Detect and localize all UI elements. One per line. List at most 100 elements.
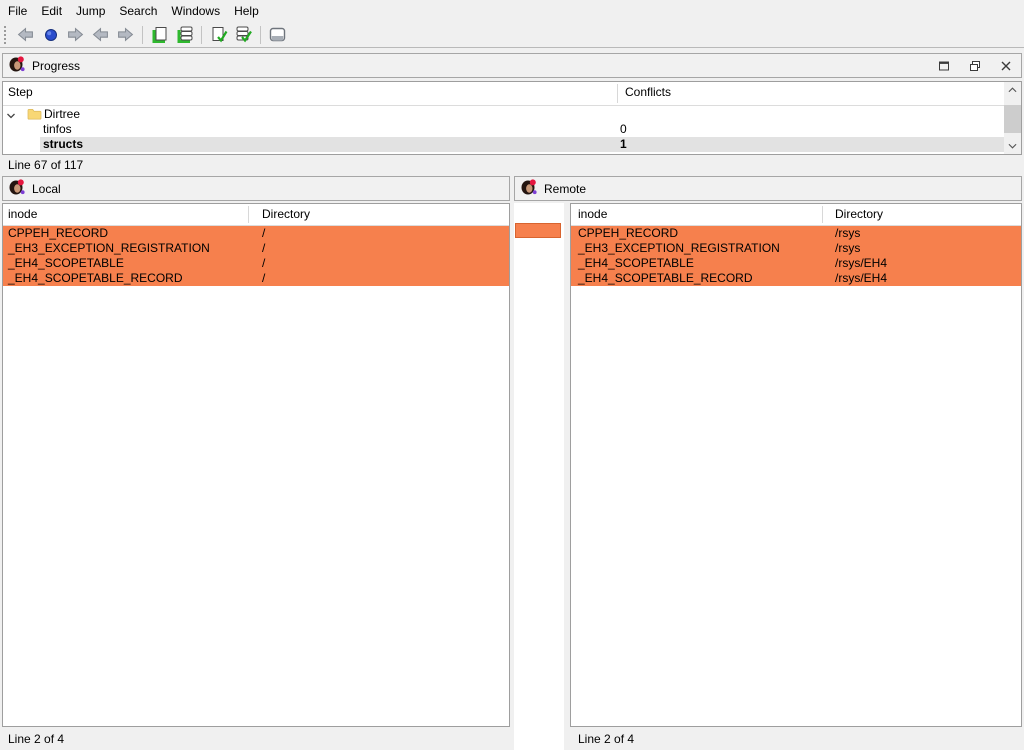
local-panel-title: Local (32, 182, 61, 196)
blue-dot-icon (43, 27, 59, 43)
menu-help[interactable]: Help (227, 1, 266, 21)
table-row[interactable]: _EH4_SCOPETABLE_RECORD /rsys/EH4 (571, 271, 1021, 286)
apply-file-button[interactable] (206, 23, 231, 46)
import-list-button[interactable] (172, 23, 197, 46)
inode-cell: CPPEH_RECORD (8, 226, 108, 241)
column-divider[interactable] (617, 84, 618, 103)
prev-diff-button[interactable] (88, 23, 113, 46)
back-arrow-icon (17, 26, 34, 43)
float-window-button[interactable] (937, 59, 951, 73)
window-icon (268, 26, 287, 44)
menu-jump[interactable]: Jump (69, 1, 112, 21)
menu-bar: File Edit Jump Search Windows Help (0, 0, 1024, 22)
table-row[interactable]: _EH4_SCOPETABLE_RECORD / (3, 271, 509, 286)
tree-row-tinfos[interactable]: tinfos 0 (3, 122, 1004, 137)
next-diff-button[interactable] (113, 23, 138, 46)
table-row[interactable]: CPPEH_RECORD / (3, 226, 509, 241)
restore-window-button[interactable] (968, 59, 982, 73)
scroll-up-icon[interactable] (1004, 82, 1021, 98)
remote-panel-title: Remote (544, 182, 586, 196)
directory-cell: /rsys/EH4 (835, 271, 887, 286)
local-status-bar: Line 2 of 4 (0, 729, 510, 750)
tree-item-label: structs (43, 137, 83, 152)
nav-current-button[interactable] (38, 23, 63, 46)
progress-panel-title: Progress (32, 59, 80, 73)
local-table: inode Directory CPPEH_RECORD / _EH3_EXCE… (2, 203, 510, 727)
local-title-bar[interactable]: Local (2, 176, 510, 201)
inode-cell: _EH3_EXCEPTION_REGISTRATION (8, 241, 210, 256)
table-row[interactable]: CPPEH_RECORD /rsys (571, 226, 1021, 241)
inode-cell: _EH4_SCOPETABLE_RECORD (8, 271, 183, 286)
diff-map-strip[interactable] (514, 203, 564, 750)
tree-row-structs[interactable]: structs 1 (40, 137, 1004, 152)
directory-cell: / (262, 241, 265, 256)
tree-row-dirtree[interactable]: Dirtree (3, 107, 1004, 122)
diff-map-block[interactable] (515, 223, 561, 238)
column-header-directory[interactable]: Directory (262, 204, 310, 225)
inode-cell: _EH4_SCOPETABLE_RECORD (578, 271, 753, 286)
conflicts-value: 0 (620, 122, 627, 137)
scroll-down-icon[interactable] (1004, 138, 1021, 154)
directory-cell: / (262, 226, 265, 241)
column-divider[interactable] (822, 206, 823, 223)
stack-green-icon (176, 26, 194, 44)
tree-item-label: tinfos (43, 122, 72, 137)
inode-cell: _EH3_EXCEPTION_REGISTRATION (578, 241, 780, 256)
progress-table-header: Step Conflicts (3, 82, 1021, 106)
table-row[interactable]: _EH4_SCOPETABLE /rsys/EH4 (571, 256, 1021, 271)
toolbar (0, 22, 1024, 48)
inode-cell: _EH4_SCOPETABLE (8, 256, 124, 271)
table-row[interactable]: _EH3_EXCEPTION_REGISTRATION /rsys (571, 241, 1021, 256)
progress-table: Step Conflicts Dirtree tinfos 0 structs … (2, 81, 1022, 155)
table-row[interactable]: _EH3_EXCEPTION_REGISTRATION / (3, 241, 509, 256)
column-header-step[interactable]: Step (8, 82, 33, 105)
directory-cell: /rsys/EH4 (835, 256, 887, 271)
app-icon (9, 56, 25, 75)
directory-cell: /rsys (835, 241, 860, 256)
progress-title-bar[interactable]: Progress (2, 53, 1022, 78)
document-check-icon (210, 26, 228, 44)
nav-forward-button[interactable] (63, 23, 88, 46)
toolbar-separator (142, 26, 143, 44)
menu-file[interactable]: File (1, 1, 34, 21)
toolbar-separator (201, 26, 202, 44)
inode-cell: _EH4_SCOPETABLE (578, 256, 694, 271)
directory-cell: / (262, 256, 265, 271)
column-divider[interactable] (248, 206, 249, 223)
remote-title-bar[interactable]: Remote (514, 176, 1022, 201)
progress-window-buttons (937, 59, 1013, 73)
app-icon (521, 179, 537, 198)
remote-table-header: inode Directory (571, 204, 1021, 226)
apply-list-button[interactable] (231, 23, 256, 46)
column-header-conflicts[interactable]: Conflicts (625, 82, 671, 105)
right-arrow-icon (117, 26, 134, 43)
stack-check-icon (235, 26, 253, 44)
import-file-button[interactable] (147, 23, 172, 46)
remote-table: inode Directory CPPEH_RECORD /rsys _EH3_… (570, 203, 1022, 727)
nav-back-button[interactable] (13, 23, 38, 46)
table-row[interactable]: _EH4_SCOPETABLE / (3, 256, 509, 271)
left-arrow-icon (92, 26, 109, 43)
forward-arrow-icon (67, 26, 84, 43)
toolbar-separator (260, 26, 261, 44)
tree-item-label: Dirtree (44, 107, 80, 122)
column-header-inode[interactable]: inode (578, 204, 607, 225)
progress-scrollbar[interactable] (1004, 82, 1021, 154)
toolbar-grip[interactable] (3, 26, 8, 44)
remote-status-bar: Line 2 of 4 (570, 729, 1022, 750)
inode-cell: CPPEH_RECORD (578, 226, 678, 241)
column-header-inode[interactable]: inode (8, 204, 37, 225)
menu-edit[interactable]: Edit (34, 1, 69, 21)
new-window-button[interactable] (265, 23, 290, 46)
scrollbar-thumb[interactable] (1004, 105, 1021, 133)
conflicts-value: 1 (620, 137, 627, 152)
directory-cell: / (262, 271, 265, 286)
document-green-icon (151, 26, 169, 44)
directory-cell: /rsys (835, 226, 860, 241)
local-table-header: inode Directory (3, 204, 509, 226)
app-icon (9, 179, 25, 198)
menu-search[interactable]: Search (112, 1, 164, 21)
column-header-directory[interactable]: Directory (835, 204, 883, 225)
close-icon[interactable] (999, 59, 1013, 73)
menu-windows[interactable]: Windows (164, 1, 227, 21)
